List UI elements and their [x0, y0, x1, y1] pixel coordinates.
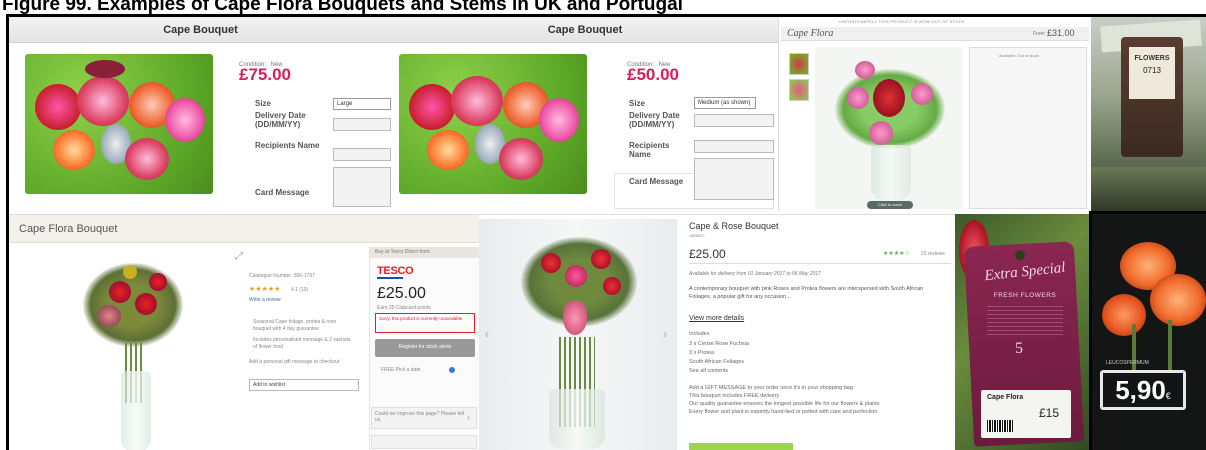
buy-box-header: Buy at Tesco Direct from:: [369, 247, 479, 258]
availability-text: Available for delivery from 01 January 2…: [689, 271, 821, 277]
price: £31.00: [1047, 28, 1075, 38]
gift-line: Every flower and plant is expertly hand-…: [689, 409, 878, 415]
tesco-logo-underline: [377, 277, 403, 279]
gift-line: This bouquet includes FREE delivery: [689, 393, 780, 399]
delivery-date-label: Delivery Date (DD/MM/YY): [629, 111, 680, 129]
bouquet-photo: [25, 54, 213, 194]
bouquet-photo: ‹ ›: [479, 219, 677, 450]
delivery-date-field[interactable]: [694, 114, 774, 127]
figure-frame: Cape Bouquet Condition: New £75.00 Size …: [6, 14, 1206, 450]
panel-cape-bouquet-large: Cape Bouquet Condition: New £75.00 Size …: [9, 17, 392, 211]
panel-cape-rose-bouquet: ‹ › Cape & Rose Bouquet XBBBS2 £25.00 ★★…: [479, 214, 955, 450]
stem-code: 0713: [1143, 66, 1161, 75]
tesco-logo: TESCO: [377, 265, 414, 277]
price: 5,90: [1115, 375, 1166, 405]
chevron-right-icon: ›: [357, 381, 359, 387]
currency: €: [1165, 391, 1171, 401]
panel-cape-flora: UNFORTUNATELY THIS PRODUCT IS NOW OUT OF…: [778, 17, 1091, 211]
rating-stars: ★★★★☆: [883, 251, 910, 257]
zoom-button[interactable]: Click to zoom: [867, 201, 913, 209]
recipients-name-label: Recipients Name: [255, 141, 320, 150]
description: A contemporary bouquet with pink Roses a…: [689, 286, 924, 300]
size-select[interactable]: Large: [333, 98, 391, 110]
bouquet-photo: [399, 54, 587, 194]
panel-header: Cape Bouquet: [392, 17, 778, 43]
bullet-1: Seasonal Cape foliage, protea & rose bou…: [253, 319, 337, 332]
product-title: Cape Flora Bouquet: [19, 223, 118, 235]
write-review-link[interactable]: Write a review: [249, 297, 281, 303]
product-title: Cape Flora: [787, 28, 834, 39]
pick-a-date-text: FREE Pick a date: [381, 367, 421, 373]
add-to-wishlist-button[interactable]: Add to wishlist: [249, 379, 359, 391]
availability-text: Available: Out of stock: [999, 53, 1039, 58]
next-image-icon[interactable]: ›: [663, 327, 667, 341]
delivery-date-field[interactable]: [333, 118, 391, 131]
sleeve-label: FLOWERS 0713: [1129, 47, 1175, 99]
size-label: Size: [255, 99, 272, 108]
barcode: [987, 420, 1013, 432]
add-to-bag-button[interactable]: [689, 443, 793, 450]
size-select[interactable]: Medium (as shown): [694, 97, 756, 109]
panel-portugal-price: LEUCOSPERMUM 5,90€: [1089, 211, 1206, 450]
size-label: Size: [629, 99, 646, 108]
recipients-name-field[interactable]: [333, 148, 391, 161]
price: £25.00: [377, 285, 426, 302]
card-message-label: Card Message: [629, 177, 684, 186]
card-message-field[interactable]: [694, 158, 774, 200]
thumbnail-2[interactable]: [789, 79, 809, 101]
rating-count: 4.1 (19): [291, 287, 309, 293]
feedback-link[interactable]: Could we improve this page? Please tell …: [375, 411, 465, 423]
price: £25.00: [689, 247, 726, 261]
product-name: Cape Flora: [987, 394, 1024, 401]
price: £75.00: [239, 65, 291, 84]
price: £50.00: [627, 65, 679, 84]
reviews-count[interactable]: 23 reviews: [921, 251, 945, 257]
delivery-date-label: Delivery Date (DD/MM/YY): [255, 111, 306, 129]
catalogue-number: Catalogue Number: 306-1797: [249, 273, 315, 279]
product-title: Cape & Rose Bouquet: [689, 221, 779, 231]
includes-item: 3 x Protea: [689, 350, 715, 356]
stem-brand: FLOWERS: [1134, 55, 1170, 62]
rating-stars: ★★★★★: [249, 286, 281, 293]
expand-icon[interactable]: ⤢: [235, 251, 243, 262]
stock-notice: UNFORTUNATELY THIS PRODUCT IS NOW OUT OF…: [839, 19, 965, 24]
bouquet-photo: [39, 251, 229, 450]
gift-message-checkbox[interactable]: Add a personal gift message at checkout: [249, 359, 349, 366]
product-code: XBBBS2: [689, 233, 705, 238]
see-all-contents-link[interactable]: See all contents: [689, 368, 728, 374]
includes-title: Includes: [689, 331, 710, 337]
price-sign: 5,90€: [1100, 370, 1186, 410]
recipients-name-label: Recipients Name: [629, 141, 670, 159]
panel-stem-photo: FLOWERS 0713: [1091, 17, 1206, 211]
panel-tesco-cape-flora-bouquet: Cape Flora Bouquet ⤢ Catalogue Number: 3…: [9, 214, 479, 450]
includes-item: 3 x Cerise Rose Fuchsia: [689, 341, 749, 347]
clubcard-points: Earn 25 Clubcard points: [377, 305, 431, 311]
includes-item: South African Foliages: [689, 359, 745, 365]
recipients-name-field[interactable]: [694, 140, 774, 153]
card-message-field[interactable]: [333, 167, 391, 207]
tag-number: 5: [1015, 340, 1023, 357]
info-icon[interactable]: [449, 367, 455, 373]
unavailable-notice: Sorry, this product is currently unavail…: [375, 313, 475, 333]
bullet-2: Includes personalised message & 2 sachet…: [253, 337, 351, 350]
gift-line: Add a GIFT MESSAGE to your order once it…: [689, 385, 853, 391]
panel-extra-special-tag: Extra Special FRESH FLOWERS 5 Cape Flora…: [955, 214, 1089, 450]
shelf-label-text: LEUCOSPERMUM: [1106, 360, 1149, 366]
panel-header: Cape Bouquet: [9, 17, 392, 43]
price: £15: [1039, 406, 1060, 420]
side-box: [969, 47, 1087, 209]
panel-cape-bouquet-medium: Cape Bouquet Condition: New £50.00 Size …: [392, 17, 778, 211]
bouquet-photo: Click to zoom: [815, 47, 963, 209]
view-more-details-link[interactable]: View more details: [689, 315, 744, 322]
gift-line: Our quality guarantee ensures the longes…: [689, 401, 880, 407]
prev-image-icon[interactable]: ‹: [485, 327, 489, 341]
register-stock-alerts-button[interactable]: Register for stock alerts: [375, 339, 475, 357]
from-label: From: [1033, 31, 1045, 37]
card-message-label: Card Message: [255, 188, 310, 197]
chevron-right-icon: ›: [467, 413, 470, 422]
tag-caps-title: FRESH FLOWERS: [993, 292, 1057, 299]
thumbnail-1[interactable]: [789, 53, 809, 75]
